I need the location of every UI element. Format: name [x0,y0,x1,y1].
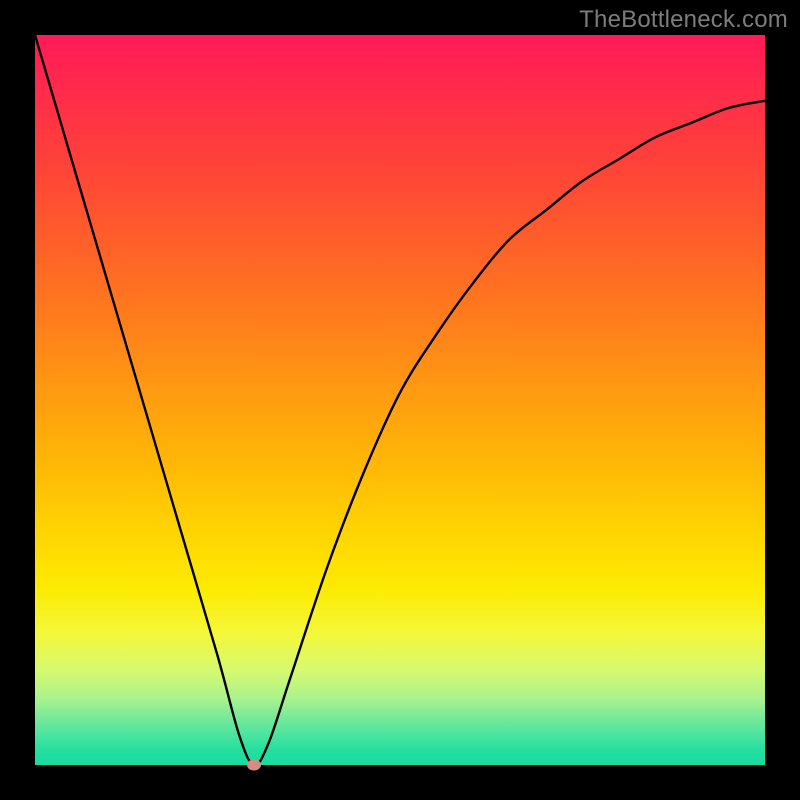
watermark-text: TheBottleneck.com [579,6,788,34]
curve-svg [35,35,765,765]
chart-frame: TheBottleneck.com [0,0,800,800]
plot-area [35,35,765,765]
bottleneck-curve [35,35,765,765]
min-marker [247,760,261,771]
